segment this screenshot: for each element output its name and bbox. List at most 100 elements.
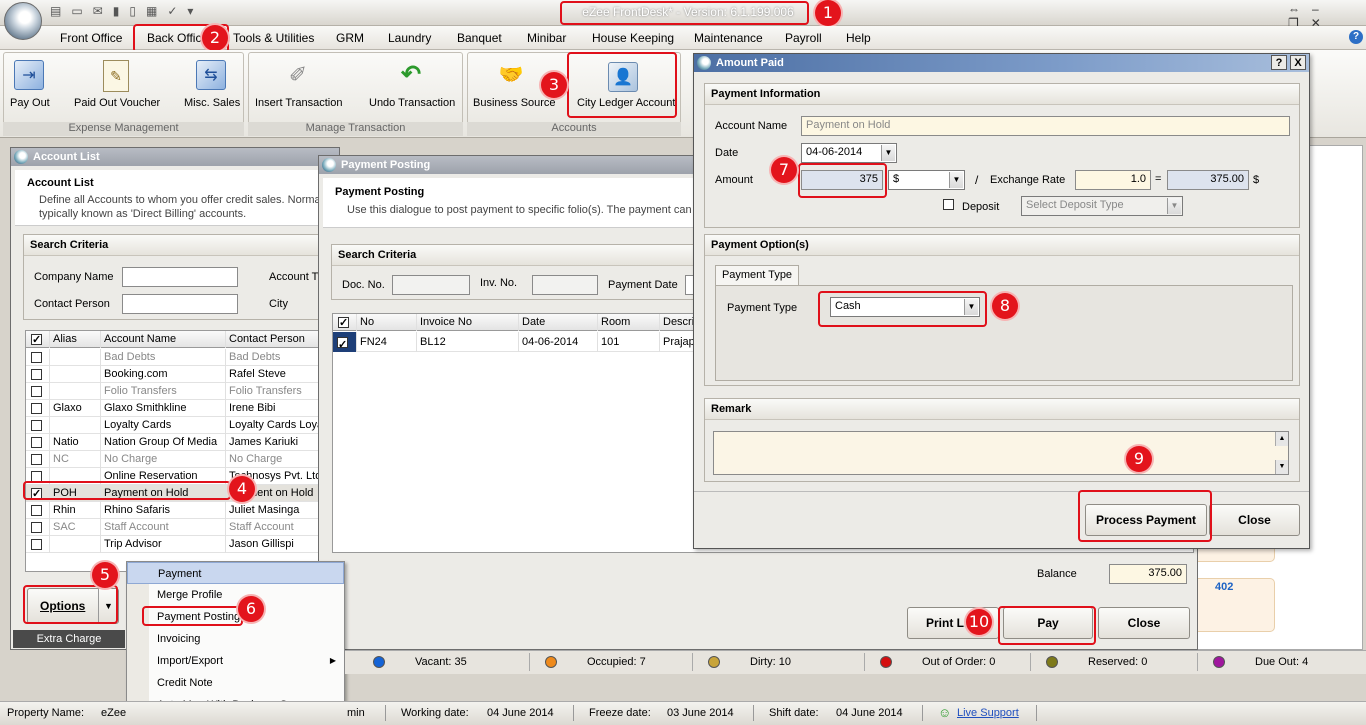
account-row-check-cell[interactable]	[26, 417, 50, 434]
menu-item-import-export[interactable]: Import/Export ▶	[127, 650, 344, 672]
dialog-close-button[interactable]: X	[1290, 55, 1306, 70]
posting-select-all[interactable]	[333, 314, 357, 331]
menu-tools-utilities[interactable]: Tools & Utilities	[233, 31, 314, 45]
menu-banquet[interactable]: Banquet	[457, 31, 502, 45]
account-row-check-cell[interactable]	[26, 536, 50, 553]
account-row-checkbox[interactable]	[31, 368, 42, 380]
date-picker[interactable]: 04-06-2014 ▼	[801, 143, 897, 163]
col-account-name[interactable]: Account Name	[101, 331, 226, 348]
dialog-close-action-button[interactable]: Close	[1209, 504, 1300, 536]
dialog-help-button[interactable]: ?	[1271, 55, 1287, 70]
live-support-icon[interactable]: ☺	[938, 705, 951, 720]
deposit-type-dropdown-icon[interactable]: ▼	[1167, 198, 1181, 214]
account-row[interactable]: Booking.com Rafel Steve	[26, 366, 336, 383]
account-row[interactable]: Loyalty Cards Loyalty Cards Loya	[26, 417, 336, 434]
company-name-input[interactable]	[122, 267, 238, 287]
exchange-rate-input[interactable]: 1.0	[1075, 170, 1151, 190]
col-room[interactable]: Room	[598, 314, 660, 331]
col-date[interactable]: Date	[519, 314, 598, 331]
menu-minibar[interactable]: Minibar	[527, 31, 566, 45]
posting-row-checkbox[interactable]	[337, 335, 348, 352]
account-row-checkbox[interactable]	[31, 351, 42, 363]
posting-close-button[interactable]: Close	[1098, 607, 1190, 639]
status-label[interactable]: Reserved: 0	[1088, 656, 1147, 668]
select-all-cell[interactable]	[26, 331, 50, 348]
quick-icon-window[interactable]: ▭	[71, 4, 92, 18]
contact-person-input[interactable]	[122, 294, 238, 314]
status-label[interactable]: Vacant: 35	[415, 656, 467, 668]
extra-charge-tab[interactable]: Extra Charge	[13, 630, 125, 648]
business-source-button[interactable]: Business Source	[473, 97, 556, 109]
status-label[interactable]: Occupied: 7	[587, 656, 646, 668]
account-row-checkbox[interactable]	[31, 470, 42, 482]
account-row[interactable]: Trip Advisor Jason Gillispi	[26, 536, 336, 553]
account-row-checkbox[interactable]	[31, 453, 42, 465]
remark-textarea[interactable]: ▲ ▼	[713, 431, 1289, 475]
doc-no-input[interactable]	[392, 275, 470, 295]
app-logo-icon[interactable]	[4, 2, 42, 40]
account-row[interactable]: SAC Staff Account Staff Account	[26, 519, 336, 536]
menu-item-invoicing[interactable]: Invoicing	[127, 628, 344, 650]
deposit-checkbox-box[interactable]	[943, 198, 954, 210]
status-label[interactable]: Out of Order: 0	[922, 656, 995, 668]
minimize-icon[interactable]: –	[1312, 2, 1331, 16]
account-row-check-cell[interactable]	[26, 366, 50, 383]
misc-sales-button[interactable]: Misc. Sales	[184, 97, 240, 109]
quick-icon-doc[interactable]: ▯	[129, 4, 146, 18]
account-row[interactable]: Bad Debts Bad Debts	[26, 349, 336, 366]
restore-icon[interactable]: ⇔	[1288, 2, 1312, 16]
account-row-check-cell[interactable]	[26, 400, 50, 417]
quick-dropdown-icon[interactable]: ▾	[187, 4, 203, 18]
deposit-type-select[interactable]: Select Deposit Type ▼	[1021, 196, 1183, 216]
posting-row-check-cell[interactable]	[333, 332, 357, 352]
account-row[interactable]: NC No Charge No Charge	[26, 451, 336, 468]
account-row[interactable]: Rhin Rhino Safaris Juliet Masinga	[26, 502, 336, 519]
account-row-check-cell[interactable]	[26, 349, 50, 366]
live-support-link[interactable]: Live Support	[957, 707, 1019, 719]
menu-item-payment[interactable]: Payment	[127, 562, 344, 584]
account-row-checkbox[interactable]	[31, 538, 42, 550]
status-label[interactable]: Due Out: 4	[1255, 656, 1308, 668]
account-row-checkbox[interactable]	[31, 419, 42, 431]
currency-select[interactable]: $ ▼	[888, 170, 965, 190]
col-no[interactable]: No	[357, 314, 417, 331]
account-row-checkbox[interactable]	[31, 521, 42, 533]
pay-out-button[interactable]: Pay Out	[10, 97, 50, 109]
posting-select-all-checkbox[interactable]	[338, 315, 349, 331]
account-row-check-cell[interactable]	[26, 383, 50, 400]
menu-house-keeping[interactable]: House Keeping	[592, 31, 674, 45]
currency-dropdown-icon[interactable]: ▼	[949, 172, 963, 188]
date-dropdown-icon[interactable]: ▼	[881, 145, 895, 161]
menu-help[interactable]: Help	[846, 31, 871, 45]
paid-out-voucher-button[interactable]: Paid Out Voucher	[74, 97, 160, 109]
account-row-check-cell[interactable]	[26, 519, 50, 536]
remark-scroll-up-icon[interactable]: ▲	[1275, 432, 1288, 446]
payment-type-tab[interactable]: Payment Type	[715, 265, 799, 285]
remark-scroll-down-icon[interactable]: ▼	[1275, 460, 1288, 474]
account-row-check-cell[interactable]	[26, 451, 50, 468]
menu-item-merge-profile[interactable]: Merge Profile	[127, 584, 344, 606]
undo-transaction-button[interactable]: Undo Transaction	[369, 97, 455, 109]
account-row[interactable]: Folio Transfers Folio Transfers	[26, 383, 336, 400]
help-icon[interactable]: ?	[1349, 30, 1363, 44]
quick-icon-pdf[interactable]: ▦	[146, 4, 167, 18]
status-label[interactable]: Dirty: 10	[750, 656, 791, 668]
menu-maintenance[interactable]: Maintenance	[694, 31, 763, 45]
account-row-checkbox[interactable]	[31, 402, 42, 414]
col-invoice-no[interactable]: Invoice No	[417, 314, 519, 331]
account-row-check-cell[interactable]	[26, 502, 50, 519]
menu-laundry[interactable]: Laundry	[388, 31, 431, 45]
inv-no-input[interactable]	[532, 275, 598, 295]
select-all-checkbox[interactable]	[31, 332, 42, 348]
deposit-checkbox[interactable]	[943, 198, 954, 210]
quick-icon-book[interactable]: ▮	[113, 4, 130, 18]
menu-item-credit-note[interactable]: Credit Note	[127, 672, 344, 694]
account-row[interactable]: Glaxo Glaxo Smithkline Irene Bibi	[26, 400, 336, 417]
quick-icon-check[interactable]: ✓	[167, 4, 187, 18]
quick-icon-mail[interactable]: ✉	[93, 4, 113, 18]
insert-transaction-button[interactable]: Insert Transaction	[255, 97, 342, 109]
account-row[interactable]: Natio Nation Group Of Media James Kariuki	[26, 434, 336, 451]
account-row-checkbox[interactable]	[31, 436, 42, 448]
account-row-checkbox[interactable]	[31, 385, 42, 397]
menu-front-office[interactable]: Front Office	[60, 31, 122, 45]
